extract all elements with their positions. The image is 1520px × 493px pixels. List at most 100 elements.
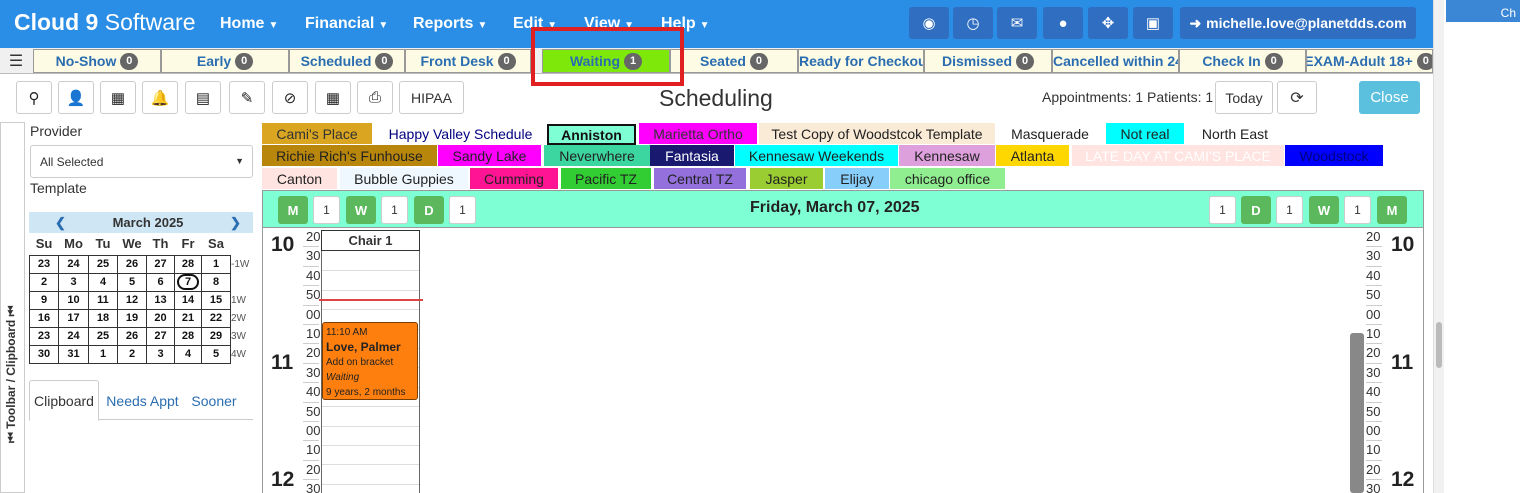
template-chip[interactable]: Elijay [825,168,889,189]
calendar-day[interactable]: 24 [58,254,89,274]
template-chip[interactable]: Anniston [547,124,636,145]
template-chip[interactable]: Kennesaw Weekends [735,145,898,166]
calendar-day[interactable]: 26 [117,326,147,346]
template-chip[interactable]: Kennesaw [899,145,995,166]
chat-button[interactable]: ● [1043,7,1083,39]
back-day-count[interactable]: 1 [449,196,476,224]
back-week-count[interactable]: 1 [381,196,408,224]
hamburger-menu-icon[interactable]: ☰ [0,48,32,74]
hide-phi-button[interactable]: ◉ [909,7,949,39]
template-chip[interactable]: LATE DAY AT CAMI'S PLACE [1072,145,1284,166]
close-button[interactable]: Close [1359,81,1420,114]
calendar-day[interactable]: 16 [29,308,59,328]
back-month-button[interactable]: M [278,196,308,224]
week-offset-link[interactable]: 4W [231,345,254,363]
template-chip[interactable]: North East [1187,123,1283,144]
template-chip[interactable]: Test Copy of Woodstcok Template [759,123,995,144]
nav-home[interactable]: Home ▼ [220,15,278,33]
id-card-button[interactable]: ▤ [185,81,221,114]
time-slot[interactable] [322,425,419,427]
time-slot[interactable] [322,406,419,408]
calendar-day[interactable]: 3 [58,272,89,292]
week-offset-link[interactable]: -1W [231,255,254,273]
forward-day-button[interactable]: D [1241,196,1271,224]
office-button[interactable]: ▦ [100,81,136,114]
toolbar-clipboard-toggle[interactable]: ⏮ Toolbar / Clipboard ⏮ [0,122,25,493]
appointment-block[interactable]: 11:10 AM Love, Palmer Add on bracket Wai… [322,322,418,400]
calendar-day[interactable]: 29 [201,326,231,346]
calendar-day[interactable]: 22 [201,308,231,328]
calendar-day[interactable]: 26 [117,254,147,274]
app-logo[interactable]: Cloud 9 Software [14,9,196,36]
back-day-button[interactable]: D [414,196,444,224]
calendar-day[interactable]: 13 [146,290,175,310]
calendar-day[interactable]: 14 [174,290,202,310]
chevron-right-icon[interactable]: ❯ [230,215,241,231]
template-chip[interactable]: Central TZ [654,168,746,189]
calendar-day[interactable]: 25 [88,326,118,346]
user-logout-button[interactable]: ➜ michelle.love@planetdds.com [1180,7,1416,39]
forward-week-count[interactable]: 1 [1276,196,1303,224]
edit-button[interactable]: ✎ [229,81,265,114]
lock-button[interactable]: ▣ [1133,7,1173,39]
calendar-button[interactable]: ▦ [315,81,351,114]
calendar-day[interactable]: 4 [174,344,202,364]
calendar-day[interactable]: 2 [29,272,59,292]
calendar-day[interactable]: 17 [58,308,89,328]
calendar-day[interactable]: 18 [88,308,118,328]
week-offset-link[interactable]: 1W [231,291,254,309]
hipaa-button[interactable]: HIPAA [399,81,464,114]
scrollbar-thumb[interactable] [1436,322,1442,368]
nav-reports[interactable]: Reports ▼ [413,15,487,33]
calendar-day[interactable]: 21 [174,308,202,328]
tab-needs-appt[interactable]: Needs Appt [101,380,184,421]
template-chip[interactable]: Marietta Ortho [639,123,757,144]
patient-button[interactable]: 👤 [58,81,94,114]
template-chip[interactable]: Not real [1106,123,1184,144]
page-scrollbar[interactable] [1433,0,1444,493]
calendar-day[interactable]: 30 [29,344,59,364]
status-cancelled-within-24[interactable]: Cancelled within 24 [1052,49,1179,73]
calendar-day[interactable]: 28 [174,254,202,274]
template-chip[interactable]: Pacific TZ [561,168,651,189]
calendar-day[interactable]: 20 [146,308,175,328]
calendar-day[interactable]: 1 [201,254,231,274]
calendar-day[interactable]: 25 [88,254,118,274]
template-chip[interactable]: Cumming [470,168,558,189]
search-button[interactable]: ⚲ [16,81,52,114]
today-button[interactable]: Today [1215,81,1273,114]
calendar-day[interactable]: 19 [117,308,147,328]
clock-button[interactable]: ◷ [953,7,993,39]
time-slot[interactable] [322,483,419,485]
nav-financial[interactable]: Financial ▼ [305,15,388,33]
time-slot[interactable] [322,289,419,291]
template-chip[interactable]: Sandy Lake [438,145,541,166]
calendar-day[interactable]: 6 [146,272,175,292]
calendar-day[interactable]: 11 [88,290,118,310]
week-offset-link[interactable]: 2W [231,309,254,327]
schedule-scrollbar[interactable] [1350,333,1364,493]
messages-button[interactable]: ✉ [997,7,1037,39]
tab-clipboard[interactable]: Clipboard [29,380,99,421]
time-slot[interactable] [322,445,419,446]
calendar-day[interactable]: 9 [29,290,59,310]
calendar-day[interactable]: 8 [201,272,231,292]
template-chip[interactable]: Atlanta [996,145,1069,166]
calendar-day[interactable]: 10 [58,290,89,310]
calendar-day[interactable]: 3 [146,344,175,364]
calendar-day[interactable]: 1 [88,344,118,364]
forward-day-count[interactable]: 1 [1209,196,1236,224]
template-chip[interactable]: Masquerade [1000,123,1100,144]
calendar-day[interactable]: 23 [29,326,59,346]
tab-sooner[interactable]: Sooner [186,380,242,421]
status-seated[interactable]: Seated 0 [670,49,798,73]
status-no-show[interactable]: No-Show 0 [33,49,161,73]
calendar-day[interactable]: 28 [174,326,202,346]
status-front-desk[interactable]: Front Desk 0 [405,49,531,73]
refresh-button[interactable]: ⟳ [1277,81,1317,114]
calendar-day[interactable]: 5 [201,344,231,364]
status-check-in[interactable]: Check In 0 [1179,49,1306,73]
print-button[interactable]: ⎙ [357,81,393,114]
template-chip[interactable]: Cami's Place [262,123,372,144]
status-dismissed[interactable]: Dismissed 0 [924,49,1052,73]
